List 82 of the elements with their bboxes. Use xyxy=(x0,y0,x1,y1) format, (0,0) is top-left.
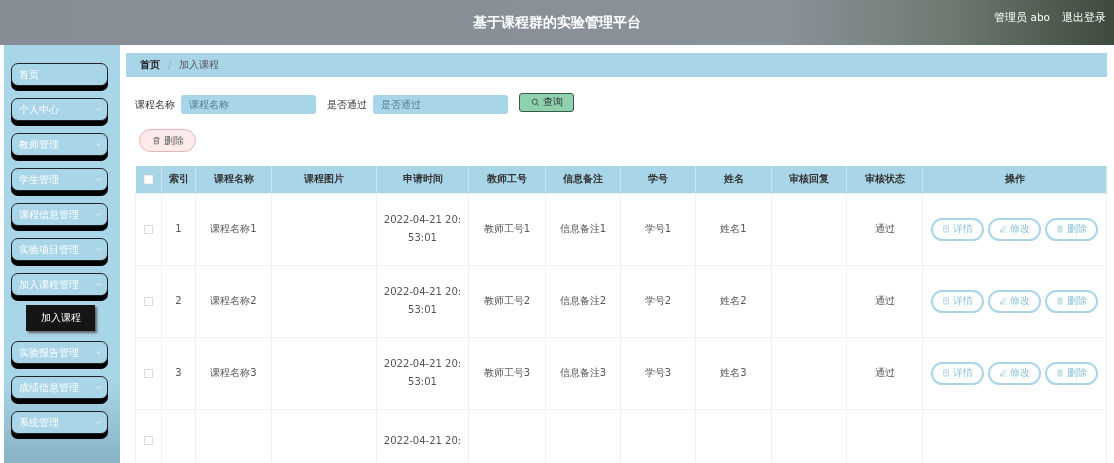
breadcrumb-current: 加入课程 xyxy=(179,58,220,72)
table-cell: 教师工号3 xyxy=(483,367,531,378)
column-header: 姓名 xyxy=(723,173,744,185)
table-cell: 3 xyxy=(175,367,182,378)
chevron-down-icon xyxy=(94,348,103,357)
table-cell: 通过 xyxy=(874,367,895,378)
table-cell: 姓名3 xyxy=(720,367,747,378)
document-icon xyxy=(942,369,950,377)
column-header: 课程图片 xyxy=(304,173,344,185)
chevron-down-icon xyxy=(94,383,103,392)
select-all-checkbox[interactable] xyxy=(143,175,153,185)
table-cell: 姓名2 xyxy=(720,295,747,306)
details-button[interactable]: 详情 xyxy=(931,361,984,385)
edit-button[interactable]: 修改 xyxy=(988,361,1041,385)
table-cell: 2022-04-21 20: xyxy=(383,434,462,446)
delete-button[interactable]: 删除 xyxy=(1045,217,1098,241)
row-checkbox[interactable] xyxy=(144,296,153,306)
chevron-down-icon xyxy=(94,140,103,149)
column-header: 操作 xyxy=(1004,173,1025,185)
chevron-down-icon xyxy=(94,418,103,427)
table-cell: 信息备注2 xyxy=(559,295,607,306)
chevron-down-icon xyxy=(94,210,103,219)
table-cell: 2022-04-21 20: 53:01 xyxy=(383,214,462,243)
chevron-down-icon xyxy=(94,245,103,254)
column-header: 申请时间 xyxy=(402,173,443,185)
search-icon xyxy=(530,97,540,107)
pencil-icon xyxy=(999,369,1007,377)
delete-button[interactable]: 删除 xyxy=(139,129,196,152)
table-cell: 通过 xyxy=(874,223,895,234)
delete-button[interactable]: 删除 xyxy=(1045,361,1098,385)
table-cell: 课程名称1 xyxy=(210,223,257,234)
submenu-item[interactable]: 加入课程 xyxy=(26,305,95,331)
row-checkbox[interactable] xyxy=(144,224,153,234)
table-cell: 教师工号2 xyxy=(483,295,531,306)
breadcrumb-separator: / xyxy=(168,59,172,71)
column-header: 索引 xyxy=(168,173,189,185)
table-cell: 1 xyxy=(175,223,182,234)
table-cell: 通过 xyxy=(874,295,895,306)
table-cell: 信息备注3 xyxy=(559,367,607,378)
column-header: 课程名称 xyxy=(213,173,254,185)
details-button[interactable]: 详情 xyxy=(931,217,984,241)
table-cell: 课程名称2 xyxy=(210,295,257,306)
edit-button[interactable]: 修改 xyxy=(988,289,1041,313)
table-cell: 姓名1 xyxy=(720,223,747,234)
table-cell: 学号2 xyxy=(644,295,672,306)
user-label: 管理员 abo xyxy=(994,11,1050,25)
delete-button[interactable]: 删除 xyxy=(1045,289,1098,313)
column-header: 审核回复 xyxy=(789,173,829,185)
logout-link[interactable]: 退出登录 xyxy=(1062,11,1106,25)
document-icon xyxy=(942,297,950,305)
document-icon xyxy=(942,225,950,233)
trash-icon xyxy=(1056,369,1064,377)
trash-icon xyxy=(1056,297,1064,305)
pencil-icon xyxy=(999,225,1007,233)
trash-icon xyxy=(151,136,161,145)
table-cell: 课程名称3 xyxy=(210,367,257,378)
table-cell: 2 xyxy=(175,295,182,306)
table-cell: 学号1 xyxy=(644,223,672,234)
field-label: 课程名称 xyxy=(135,97,175,112)
row-checkbox[interactable] xyxy=(144,368,153,378)
select-field[interactable]: 是否通过 xyxy=(373,95,508,114)
table-cell: 教师工号1 xyxy=(483,223,531,234)
column-header: 学号 xyxy=(648,173,668,185)
trash-icon xyxy=(1056,225,1064,233)
details-button[interactable]: 详情 xyxy=(931,289,984,313)
text-field[interactable]: 课程名称 xyxy=(181,95,316,114)
breadcrumb-link[interactable]: 首页 xyxy=(140,58,160,72)
table-cell: 学号3 xyxy=(644,367,672,378)
column-header: 审核状态 xyxy=(864,173,905,185)
chevron-down-icon xyxy=(94,105,103,114)
table-cell: 2022-04-21 20: 53:01 xyxy=(383,286,462,315)
field-label: 是否通过 xyxy=(327,97,367,112)
edit-button[interactable]: 修改 xyxy=(988,217,1041,241)
pencil-icon xyxy=(999,297,1007,305)
column-header: 教师工号 xyxy=(487,173,527,185)
column-header: 信息备注 xyxy=(563,173,603,185)
table-cell: 2022-04-21 20: 53:01 xyxy=(383,358,462,387)
chevron-down-icon xyxy=(94,175,103,184)
table-cell: 信息备注1 xyxy=(559,223,607,234)
search-button[interactable]: 查询 xyxy=(519,92,574,112)
row-checkbox[interactable] xyxy=(144,436,153,445)
app-title: 基于课程群的实验管理平台 xyxy=(473,13,641,32)
